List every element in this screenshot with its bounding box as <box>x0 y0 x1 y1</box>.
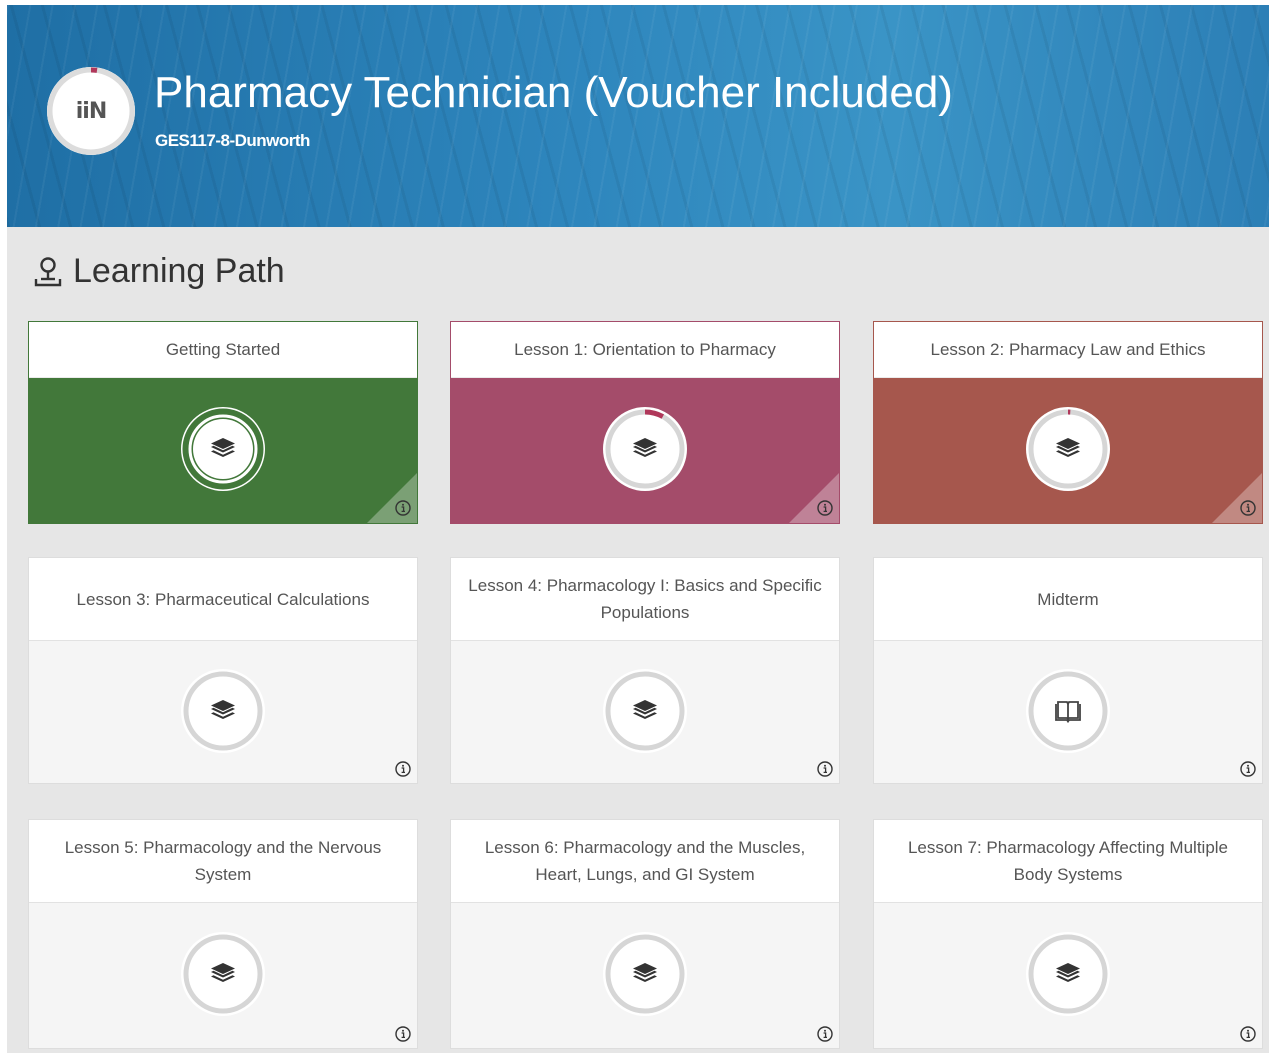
info-icon[interactable] <box>817 500 833 516</box>
lesson-card-title: Lesson 4: Pharmacology I: Basics and Spe… <box>468 576 822 622</box>
layers-icon <box>211 438 235 457</box>
course-banner: iiN Pharmacy Technician (Voucher Include… <box>7 5 1269 227</box>
layers-icon <box>633 963 657 982</box>
lesson-card-title: Lesson 6: Pharmacology and the Muscles, … <box>484 838 806 884</box>
map-pin-icon <box>34 256 62 286</box>
lesson-card-body <box>451 902 839 1048</box>
lesson-card[interactable]: Getting Started <box>29 322 417 523</box>
course-progress-ring <box>47 67 135 155</box>
course-page: iiN Pharmacy Technician (Voucher Include… <box>7 5 1269 1053</box>
lesson-card-body <box>451 640 839 783</box>
info-icon[interactable] <box>395 500 411 516</box>
lesson-card-body <box>874 378 1262 523</box>
layers-icon <box>211 700 235 719</box>
info-icon[interactable] <box>1240 1026 1256 1042</box>
lesson-progress-circle[interactable] <box>181 932 265 1016</box>
layers-icon <box>633 700 657 719</box>
info-icon[interactable] <box>395 1026 411 1042</box>
lesson-card-body <box>874 640 1262 783</box>
layers-icon <box>1056 963 1080 982</box>
lesson-card-body <box>29 902 417 1048</box>
lesson-card-title: Lesson 3: Pharmaceutical Calculations <box>76 589 370 609</box>
lesson-card-title: Lesson 1: Orientation to Pharmacy <box>451 322 839 378</box>
lesson-card[interactable]: Lesson 1: Orientation to Pharmacy <box>451 322 839 523</box>
lesson-progress-circle[interactable] <box>603 669 687 753</box>
lesson-progress-circle[interactable] <box>181 407 265 491</box>
lesson-card-title: Lesson 7: Pharmacology Affecting Multipl… <box>907 838 1229 884</box>
book-icon <box>1055 701 1081 724</box>
lesson-card-title: Lesson 5: Pharmacology and the Nervous S… <box>64 838 382 884</box>
section-title: Learning Path <box>73 252 285 290</box>
lesson-card[interactable]: Midterm <box>874 558 1262 783</box>
lesson-card[interactable]: Lesson 5: Pharmacology and the Nervous S… <box>29 820 417 1048</box>
learning-path-header: Learning Path <box>33 252 285 291</box>
lesson-progress-circle[interactable] <box>1026 407 1110 491</box>
info-icon[interactable] <box>817 1026 833 1042</box>
lesson-card[interactable]: Lesson 6: Pharmacology and the Muscles, … <box>451 820 839 1048</box>
info-icon[interactable] <box>817 761 833 777</box>
lesson-card-body <box>451 378 839 523</box>
lesson-card-body <box>874 902 1262 1048</box>
lesson-card[interactable]: Lesson 2: Pharmacy Law and Ethics <box>874 322 1262 523</box>
lesson-card[interactable]: Lesson 4: Pharmacology I: Basics and Spe… <box>451 558 839 783</box>
layers-icon <box>211 963 235 982</box>
course-logo: iiN <box>47 67 135 155</box>
lesson-card[interactable]: Lesson 3: Pharmaceutical Calculations <box>29 558 417 783</box>
info-icon[interactable] <box>395 761 411 777</box>
layers-icon <box>633 438 657 457</box>
lesson-card[interactable]: Lesson 7: Pharmacology Affecting Multipl… <box>874 820 1262 1048</box>
lesson-progress-circle[interactable] <box>181 669 265 753</box>
lesson-card-title: Lesson 2: Pharmacy Law and Ethics <box>874 322 1262 378</box>
lesson-card-title: Midterm <box>1037 589 1099 609</box>
lesson-progress-circle[interactable] <box>1026 932 1110 1016</box>
course-title: Pharmacy Technician (Voucher Included) <box>154 68 953 117</box>
lesson-card-body <box>29 378 417 523</box>
info-icon[interactable] <box>1240 761 1256 777</box>
lesson-progress-circle[interactable] <box>603 407 687 491</box>
lesson-card-title: Getting Started <box>29 322 417 378</box>
layers-icon <box>1056 438 1080 457</box>
course-code: GES117-8-Dunworth <box>155 131 310 150</box>
lesson-progress-circle[interactable] <box>1026 669 1110 753</box>
info-icon[interactable] <box>1240 500 1256 516</box>
lesson-card-body <box>29 640 417 783</box>
lesson-progress-circle[interactable] <box>603 932 687 1016</box>
